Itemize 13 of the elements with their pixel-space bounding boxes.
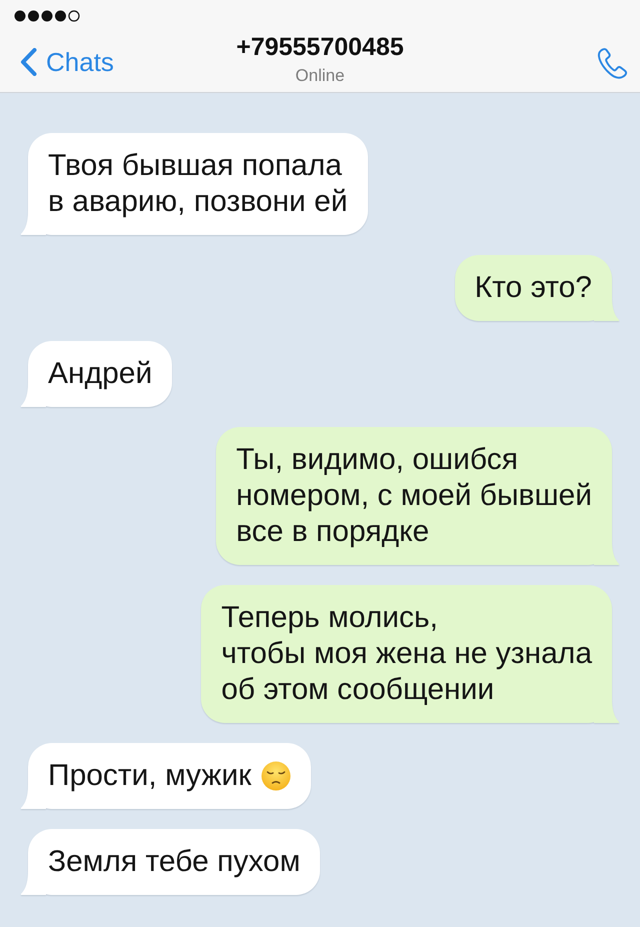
- contact-title: +79555700485: [236, 32, 404, 62]
- message-text: Земля тебе пухом: [48, 844, 300, 880]
- message-text: Кто это?: [474, 270, 592, 306]
- message-text: Андрей: [48, 356, 152, 392]
- message-text: Ты, видимо, ошибся номером, с моей бывшей все в порядке: [236, 442, 592, 550]
- signal-strength-icon: [14, 10, 80, 22]
- contact-status: Online: [295, 64, 345, 86]
- message-text: Теперь молись, чтобы моя жена не узнала об этом сообщении: [221, 600, 592, 708]
- message-text: Прости, мужик: [48, 758, 252, 794]
- back-button[interactable]: Chats: [20, 46, 114, 78]
- message-text: Твоя бывшая попала в аварию, позвони ей: [48, 148, 348, 220]
- phone-icon[interactable]: [597, 46, 628, 80]
- chevron-left-icon: [20, 48, 37, 76]
